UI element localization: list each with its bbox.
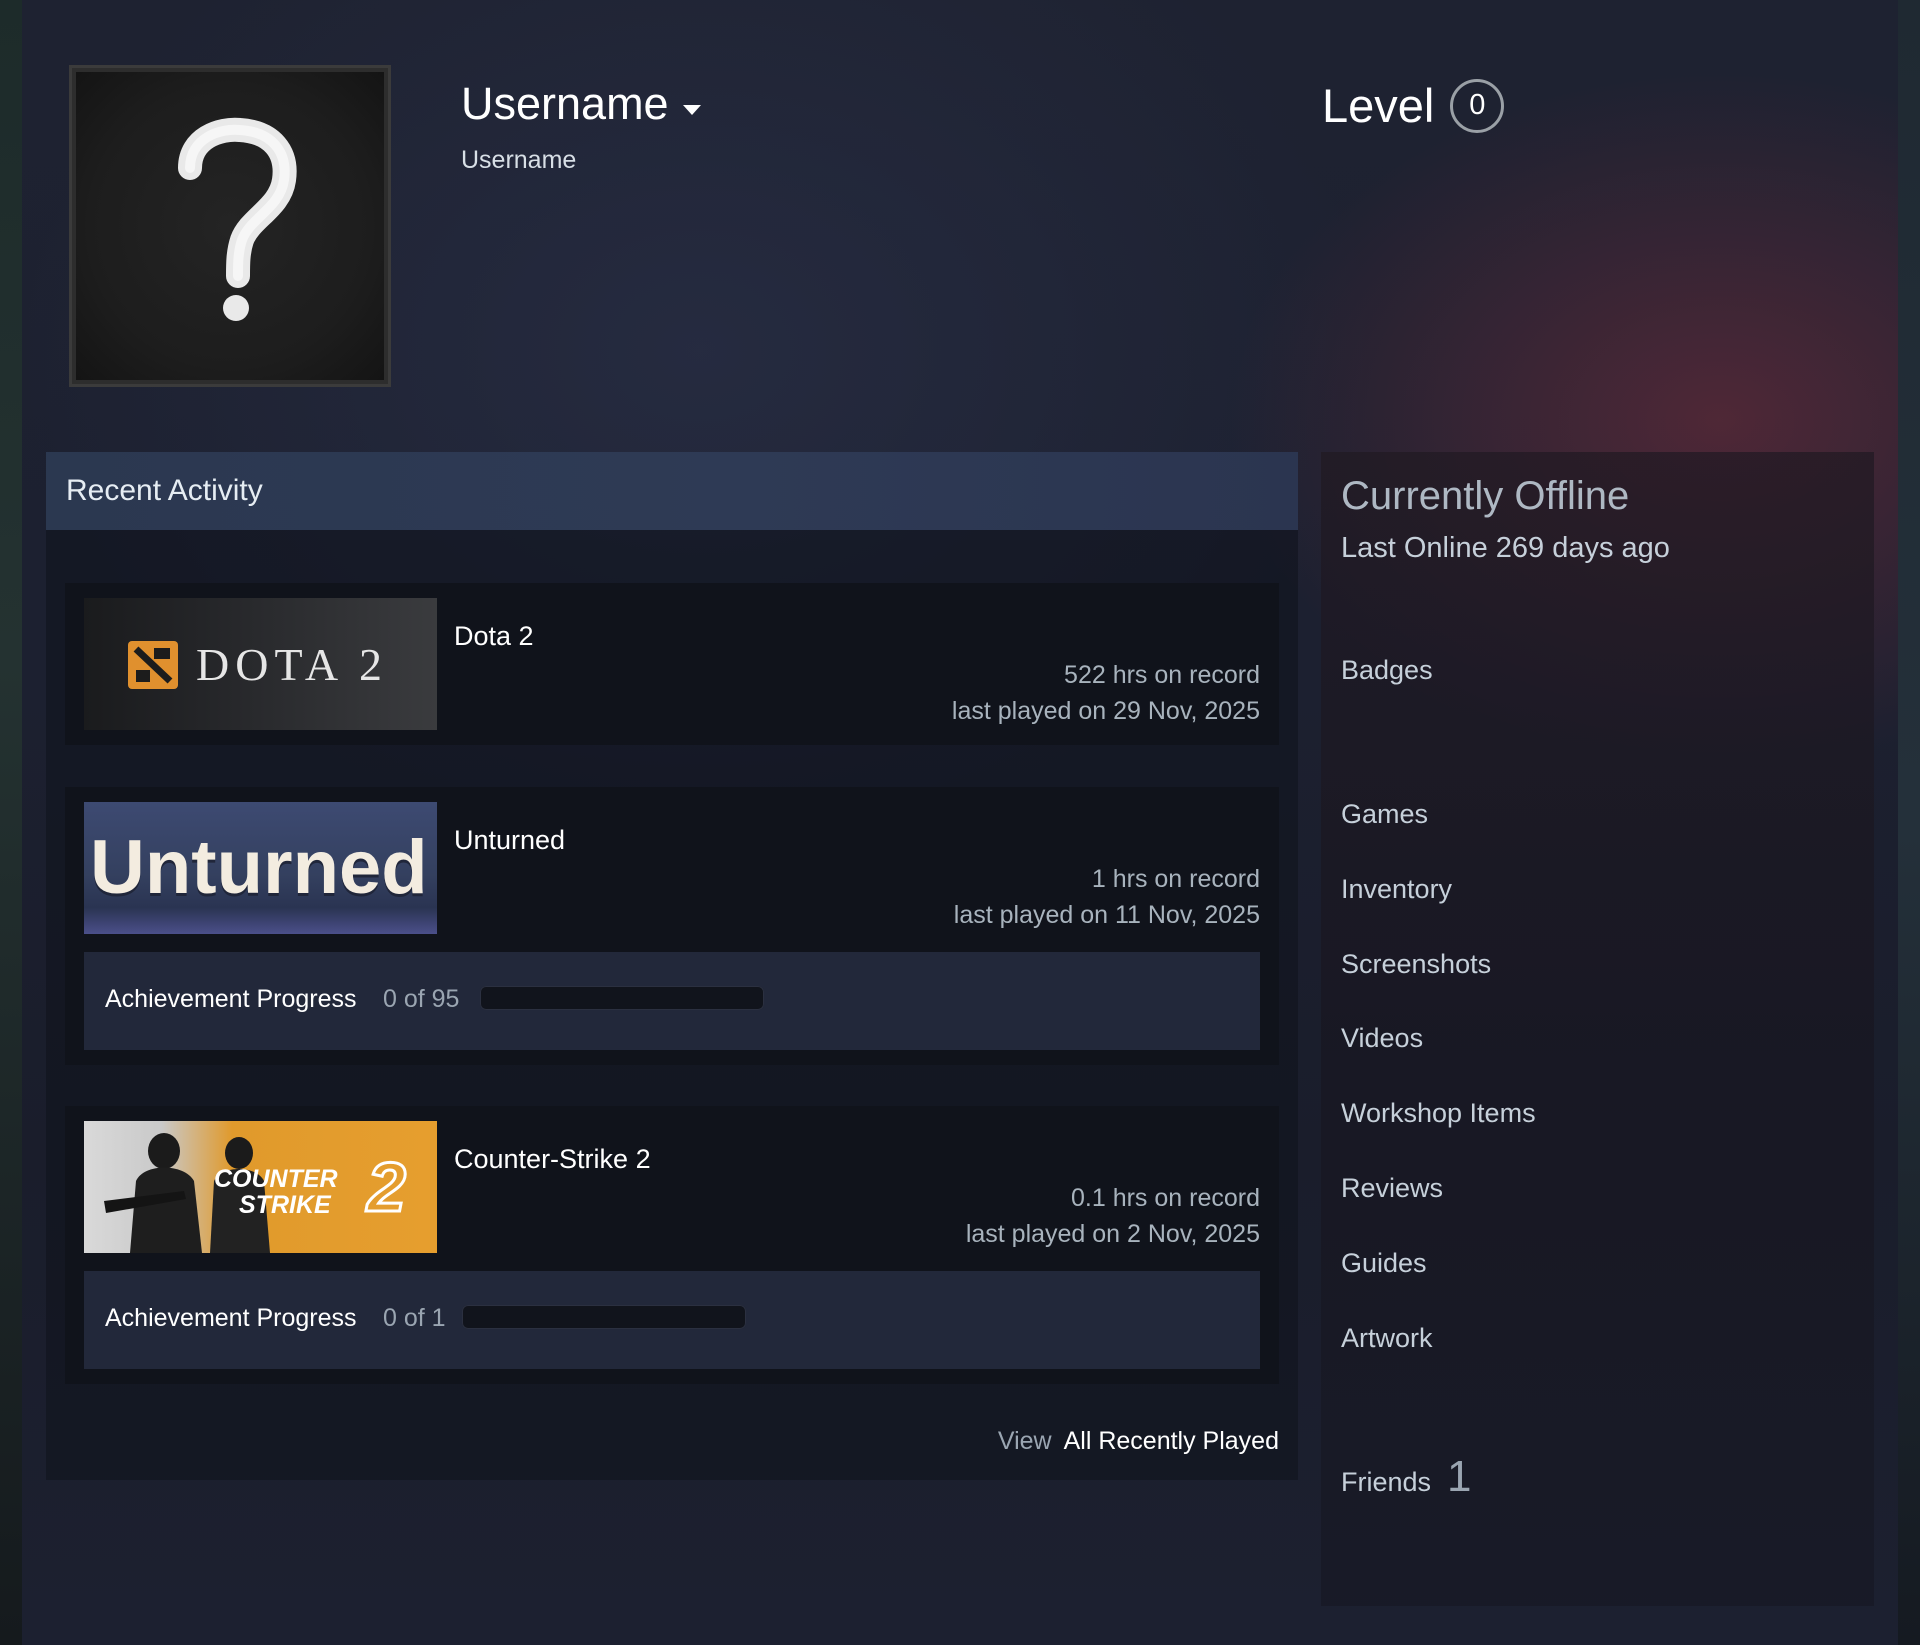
achievement-progress-label: Achievement Progress — [105, 985, 357, 1013]
achievement-count: 0 of 1 — [383, 1304, 446, 1332]
sidebar-link-workshop-items[interactable]: Workshop Items — [1341, 1098, 1536, 1129]
game-last-played: last played on 11 Nov, 2025 — [953, 901, 1260, 929]
profile-sidebar: Currently Offline Last Online 269 days a… — [1321, 452, 1874, 1606]
question-mark-icon — [178, 117, 297, 321]
friends-count: 1 — [1447, 1452, 1472, 1501]
game-capsule-unturned[interactable]: Unturned — [84, 802, 437, 934]
sidebar-link-artwork[interactable]: Artwork — [1341, 1323, 1433, 1354]
achievement-progress[interactable]: Achievement Progress 0 of 1 — [84, 1271, 1260, 1369]
unturned-logo-text: Unturned — [90, 825, 428, 910]
persona-name-dropdown[interactable]: Username — [461, 78, 701, 130]
sidebar-link-games[interactable]: Games — [1341, 799, 1428, 830]
game-hours: 522 hrs on record — [1064, 661, 1260, 689]
right-background-edge — [1898, 0, 1920, 1645]
sidebar-link-guides[interactable]: Guides — [1341, 1248, 1427, 1279]
last-online: Last Online 269 days ago — [1341, 532, 1670, 564]
sidebar-link-screenshots[interactable]: Screenshots — [1341, 949, 1491, 980]
persona-name: Username — [461, 78, 669, 129]
game-hours: 0.1 hrs on record — [1071, 1184, 1260, 1212]
achievement-progress-bar — [462, 1305, 746, 1329]
recent-activity-title: Recent Activity — [46, 452, 1298, 530]
profile-page: Username Username Level 0 Recent Activit… — [0, 0, 1920, 1645]
sidebar-link-videos[interactable]: Videos — [1341, 1023, 1423, 1054]
caret-down-icon — [682, 105, 701, 115]
view-label: View — [997, 1427, 1052, 1455]
recent-activity-panel: Recent Activity DOTA 2 Dota 2 522 hrs on… — [46, 452, 1298, 1480]
dota-2-logo-text: DOTA 2 — [196, 639, 389, 690]
game-last-played: last played on 29 Nov, 2025 — [951, 697, 1260, 725]
game-capsule-counter-strike-2[interactable]: COUNTER STRIKE 2 — [84, 1121, 437, 1253]
game-name[interactable]: Counter-Strike 2 — [454, 1144, 651, 1175]
sidebar-link-inventory[interactable]: Inventory — [1341, 874, 1452, 905]
level-label: Level — [1322, 79, 1435, 132]
game-row-unturned: Unturned Unturned 1 hrs on record last p… — [65, 787, 1279, 1065]
counter-strike-logo-line2: STRIKE — [239, 1191, 331, 1219]
counter-strike-logo-line1: COUNTER — [214, 1165, 338, 1193]
achievement-progress-bar — [480, 986, 764, 1010]
profile-level: Level 0 — [1322, 78, 1505, 133]
friends-label: Friends — [1341, 1467, 1432, 1497]
achievement-progress-label: Achievement Progress — [105, 1304, 357, 1332]
real-name: Username — [461, 146, 577, 174]
game-row-dota-2: DOTA 2 Dota 2 522 hrs on record last pla… — [65, 583, 1279, 745]
game-capsule-dota-2[interactable]: DOTA 2 — [84, 598, 437, 730]
sidebar-link-reviews[interactable]: Reviews — [1341, 1173, 1443, 1204]
game-hours: 1 hrs on record — [1091, 865, 1260, 893]
left-background-edge — [0, 0, 22, 1645]
online-status: Currently Offline — [1341, 474, 1630, 518]
achievement-progress[interactable]: Achievement Progress 0 of 95 — [84, 952, 1260, 1050]
game-name[interactable]: Dota 2 — [454, 621, 534, 652]
all-recently-played-link[interactable]: All Recently Played — [1064, 1427, 1279, 1455]
sidebar-friends[interactable]: Friends 1 — [1341, 1452, 1472, 1502]
achievement-count: 0 of 95 — [383, 985, 460, 1013]
sidebar-link-badges[interactable]: Badges — [1341, 655, 1433, 686]
counter-strike-logo-number: 2 — [366, 1147, 408, 1228]
view-all-recently-played[interactable]: View All Recently Played — [998, 1427, 1279, 1456]
game-row-counter-strike-2: COUNTER STRIKE 2 Counter-Strike 2 0.1 hr… — [65, 1106, 1279, 1384]
game-last-played: last played on 2 Nov, 2025 — [965, 1220, 1260, 1248]
avatar[interactable] — [69, 65, 391, 387]
game-name[interactable]: Unturned — [454, 825, 565, 856]
level-badge[interactable]: 0 — [1450, 78, 1505, 133]
